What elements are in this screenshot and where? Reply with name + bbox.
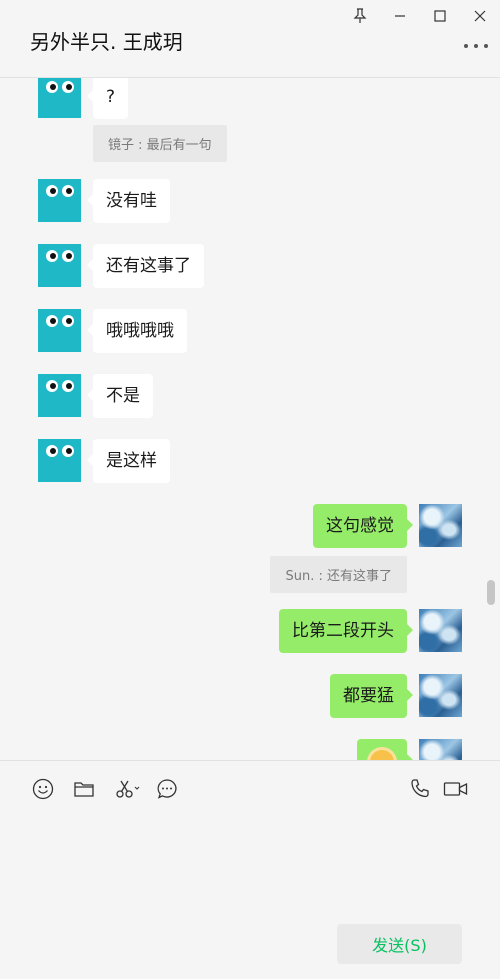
self-avatar[interactable] (419, 504, 462, 547)
pin-icon[interactable] (340, 0, 380, 32)
message-outgoing[interactable]: 比第二段开头 (279, 609, 462, 653)
message-bubble[interactable]: ? (86, 78, 129, 119)
message-incoming[interactable]: 是这样 (38, 439, 170, 483)
quote-reply[interactable]: 镜子 : 最后有一句 (93, 125, 227, 162)
message-bubble[interactable]: 不是 (87, 374, 153, 418)
message-bubble[interactable]: 是这样 (87, 439, 170, 483)
emoji-icon[interactable] (31, 777, 55, 801)
maximize-icon[interactable] (420, 0, 460, 32)
message-bubble[interactable]: 都要猛 (330, 674, 413, 718)
message-outgoing[interactable]: 都要猛 (330, 674, 462, 718)
contact-avatar[interactable] (38, 179, 81, 222)
more-dot (484, 44, 488, 48)
phone-icon[interactable] (408, 777, 432, 801)
self-avatar[interactable] (419, 609, 462, 652)
contact-avatar[interactable] (38, 244, 81, 287)
message-incoming[interactable]: 哦哦哦哦 (38, 309, 187, 353)
message-incoming[interactable]: 还有这事了 (38, 244, 204, 288)
message-bubble[interactable]: 比第二段开头 (279, 609, 413, 653)
self-avatar[interactable] (419, 739, 462, 760)
folder-icon[interactable] (72, 777, 96, 801)
message-bubble[interactable]: 还有这事了 (87, 244, 204, 288)
send-button[interactable]: 发送(S) (337, 924, 462, 964)
message-incoming[interactable]: 没有哇 (38, 179, 170, 223)
message-incoming[interactable]: 不是 (38, 374, 153, 418)
message-outgoing[interactable]: 这句感觉 (313, 504, 462, 548)
self-avatar[interactable] (419, 674, 462, 717)
input-toolbar (0, 760, 500, 816)
scissors-icon[interactable] (113, 777, 141, 801)
window-controls (340, 0, 500, 32)
message-bubble[interactable]: 没有哇 (87, 179, 170, 223)
quote-reply[interactable]: Sun. : 还有这事了 (270, 556, 407, 593)
video-icon[interactable] (443, 777, 469, 801)
message-list[interactable]: ? 镜子 : 最后有一句 没有哇 还有这事了 哦哦哦哦 不是 是这样 这句感觉 … (0, 78, 500, 760)
contact-avatar[interactable] (38, 309, 81, 352)
scrollbar-thumb[interactable] (487, 580, 495, 605)
close-icon[interactable] (460, 0, 500, 32)
contact-avatar[interactable] (38, 439, 81, 482)
chat-title: 另外半只. 王成玥 (30, 30, 183, 54)
message-bubble[interactable] (357, 739, 413, 760)
message-input[interactable] (0, 816, 500, 921)
message-bubble[interactable]: 这句感觉 (313, 504, 413, 548)
sun-face-emoji-icon (370, 750, 394, 760)
contact-avatar[interactable] (38, 374, 81, 417)
message-incoming[interactable]: ? (38, 78, 129, 119)
minimize-icon[interactable] (380, 0, 420, 32)
contact-avatar[interactable] (38, 78, 81, 118)
message-outgoing[interactable] (357, 739, 462, 760)
more-dot (464, 44, 468, 48)
message-bubble[interactable]: 哦哦哦哦 (87, 309, 187, 353)
more-options-button[interactable] (464, 36, 488, 56)
more-dot (474, 44, 478, 48)
chat-history-icon[interactable] (155, 777, 179, 801)
